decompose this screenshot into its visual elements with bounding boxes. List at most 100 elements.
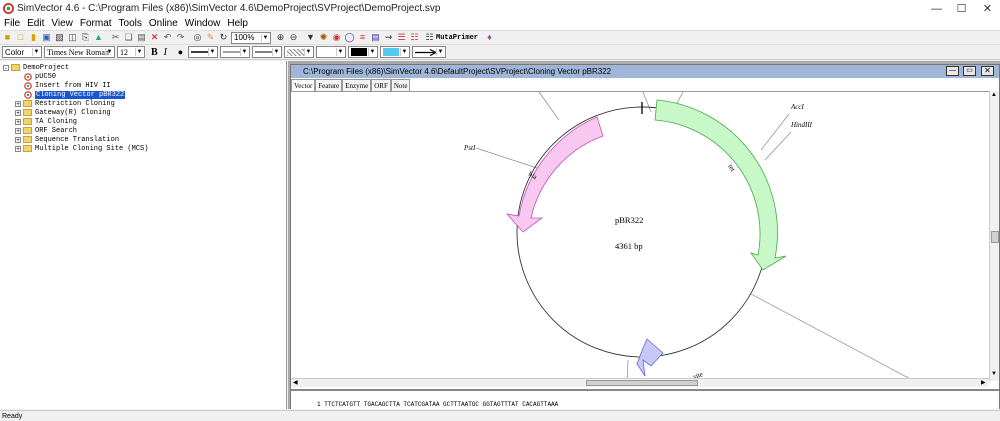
line-width-select[interactable]: ▼ — [252, 46, 283, 58]
tree-item-puc50[interactable]: pUC50 — [24, 72, 56, 81]
acci-label[interactable]: AccI — [790, 103, 804, 111]
menu-edit[interactable]: Edit — [27, 18, 44, 29]
tree-folder-orf[interactable]: + ORF Search — [15, 126, 77, 135]
menu-online[interactable]: Online — [149, 18, 178, 29]
menu-file[interactable]: File — [4, 18, 20, 29]
hindiii-label[interactable]: HindIII — [790, 121, 813, 129]
fill-pattern-select[interactable]: ▼ — [284, 46, 315, 58]
line-style-select[interactable]: ▼ — [188, 46, 219, 58]
bold-button[interactable]: B — [151, 47, 158, 58]
italic-button[interactable]: I — [164, 47, 167, 58]
arrow-style-select[interactable]: ▼ — [412, 46, 447, 58]
horizontal-scroll-thumb[interactable] — [586, 380, 698, 386]
child-maximize-icon[interactable]: ▭ — [963, 66, 976, 76]
menu-window[interactable]: Window — [185, 18, 221, 29]
font-size-select[interactable]: 12 ▼ — [117, 46, 145, 58]
tree-folder-translation[interactable]: + Sequence Translation — [15, 135, 119, 144]
tab-vector[interactable]: Vector — [291, 79, 316, 91]
new-project-icon[interactable]: ■ — [2, 32, 13, 43]
rotate-icon[interactable]: ↻ — [218, 32, 229, 43]
collapse-icon[interactable]: - — [3, 64, 9, 71]
tree-item-pbr322[interactable]: Cloning Vector pBR322 — [24, 90, 126, 99]
fill-color-select[interactable]: ▼ — [380, 46, 411, 58]
delete-icon[interactable]: ✕ — [149, 32, 160, 43]
find-icon[interactable]: ◎ — [192, 32, 203, 43]
tab-enzyme[interactable]: Enzyme — [342, 79, 372, 91]
tree-folder-gateway[interactable]: + Gateway(R) Cloning — [15, 108, 111, 117]
vertical-scrollbar[interactable]: ▲ ▼ — [989, 91, 999, 381]
tab-orf[interactable]: ORF — [371, 79, 391, 91]
vector-window-titlebar[interactable]: C:\Program Files (x86)\SimVector 4.6\Def… — [291, 65, 999, 78]
menu-tools[interactable]: Tools — [119, 18, 142, 29]
menu-view[interactable]: View — [51, 18, 73, 29]
linear-map-icon[interactable]: ≡ — [357, 32, 368, 43]
psti-label[interactable]: PstI — [463, 144, 476, 152]
shape-select[interactable]: ▼ — [316, 46, 347, 58]
scroll-left-icon[interactable]: ◀ — [293, 379, 298, 386]
save-all-icon[interactable]: ▨ — [54, 32, 65, 43]
menu-format[interactable]: Format — [80, 18, 112, 29]
site-feature-arrow[interactable] — [636, 338, 664, 377]
line-color-select[interactable]: ▼ — [348, 46, 379, 58]
feature-icon[interactable]: ✺ — [318, 32, 329, 43]
expand-icon[interactable]: + — [15, 118, 21, 125]
tree-item-insert-hiv[interactable]: Insert from HIV II — [24, 81, 111, 90]
horizontal-scrollbar[interactable]: ◀ ▶ — [291, 378, 989, 387]
child-minimize-icon[interactable]: — — [946, 66, 959, 76]
binoculars-icon[interactable]: ● — [175, 47, 186, 58]
tree-folder-restriction[interactable]: + Restriction Cloning — [15, 99, 115, 108]
primer-icon[interactable]: ⇝ — [383, 32, 394, 43]
paste-icon[interactable]: ▤ — [136, 32, 147, 43]
open-file-icon[interactable]: ▮ — [28, 32, 39, 43]
orf-icon[interactable]: ◉ — [331, 32, 342, 43]
menu-help[interactable]: Help — [227, 18, 248, 29]
tab-note[interactable]: Note — [390, 79, 411, 91]
undo-icon[interactable]: ↶ — [162, 32, 173, 43]
tree-folder-mcs[interactable]: + Multiple Cloning Site (MCS) — [15, 144, 148, 153]
line-dash-select[interactable]: ▼ — [220, 46, 251, 58]
print-preview-icon[interactable]: ◫ — [67, 32, 78, 43]
ligate-icon[interactable]: ☷ — [409, 32, 420, 43]
digest-icon[interactable]: ☰ — [396, 32, 407, 43]
plasmid-map-canvas[interactable]: bla tet site PstI AccI HindIII pBR322 43… — [291, 91, 989, 381]
tree-folder-ta[interactable]: + TA Cloning — [15, 117, 77, 126]
scroll-down-icon[interactable]: ▼ — [991, 371, 997, 377]
help-book-icon[interactable]: ♦ — [484, 32, 495, 43]
mutaprimer-button[interactable]: MutaPrimer — [436, 34, 478, 42]
circular-map-icon[interactable]: ◯ — [344, 32, 355, 43]
open-folder-icon[interactable]: □ — [15, 32, 26, 43]
cut-icon[interactable]: ✂ — [110, 32, 121, 43]
expand-icon[interactable]: + — [15, 109, 21, 116]
vertical-scroll-thumb[interactable] — [991, 231, 999, 243]
chevron-down-icon: ▼ — [336, 48, 344, 56]
enzyme-icon[interactable]: ▼ — [305, 32, 316, 43]
print-icon[interactable]: ⎘ — [80, 32, 91, 43]
highlight-icon[interactable]: ✎ — [205, 32, 216, 43]
zoom-select[interactable]: 100% ▼ — [231, 31, 271, 44]
expand-icon[interactable]: + — [15, 136, 21, 143]
close-icon[interactable]: ✕ — [975, 0, 1000, 17]
copy-icon[interactable]: ❏ — [123, 32, 134, 43]
save-icon[interactable]: ▣ — [41, 32, 52, 43]
tet-feature-arrow[interactable] — [654, 99, 787, 271]
export-icon[interactable]: ▲ — [93, 32, 104, 43]
sequence-pane[interactable]: 1 TTCTCATGTT TGACAGCTTA TCATCGATAA GCTTT… — [291, 389, 999, 409]
bla-feature-arrow[interactable] — [505, 116, 604, 233]
scroll-up-icon[interactable]: ▲ — [991, 92, 997, 98]
minimize-icon[interactable]: — — [924, 0, 949, 17]
maximize-icon[interactable]: ☐ — [949, 0, 974, 17]
redo-icon[interactable]: ↷ — [175, 32, 186, 43]
expand-icon[interactable]: + — [15, 145, 21, 152]
font-family-select[interactable]: Times New Roman ▼ — [44, 46, 115, 58]
child-close-icon[interactable]: ✕ — [981, 66, 994, 76]
mutaprimer-icon[interactable]: ☷ — [424, 32, 435, 43]
expand-icon[interactable]: + — [15, 100, 21, 107]
zoom-out-icon[interactable]: ⊖ — [288, 32, 299, 43]
zoom-in-icon[interactable]: ⊕ — [275, 32, 286, 43]
expand-icon[interactable]: + — [15, 127, 21, 134]
color-mode-select[interactable]: Color ▼ — [2, 46, 42, 58]
scroll-right-icon[interactable]: ▶ — [981, 379, 986, 386]
tab-feature[interactable]: Feature — [315, 79, 343, 91]
sequence-view-icon[interactable]: ▤ — [370, 32, 381, 43]
tree-root[interactable]: - DemoProject — [3, 63, 69, 72]
